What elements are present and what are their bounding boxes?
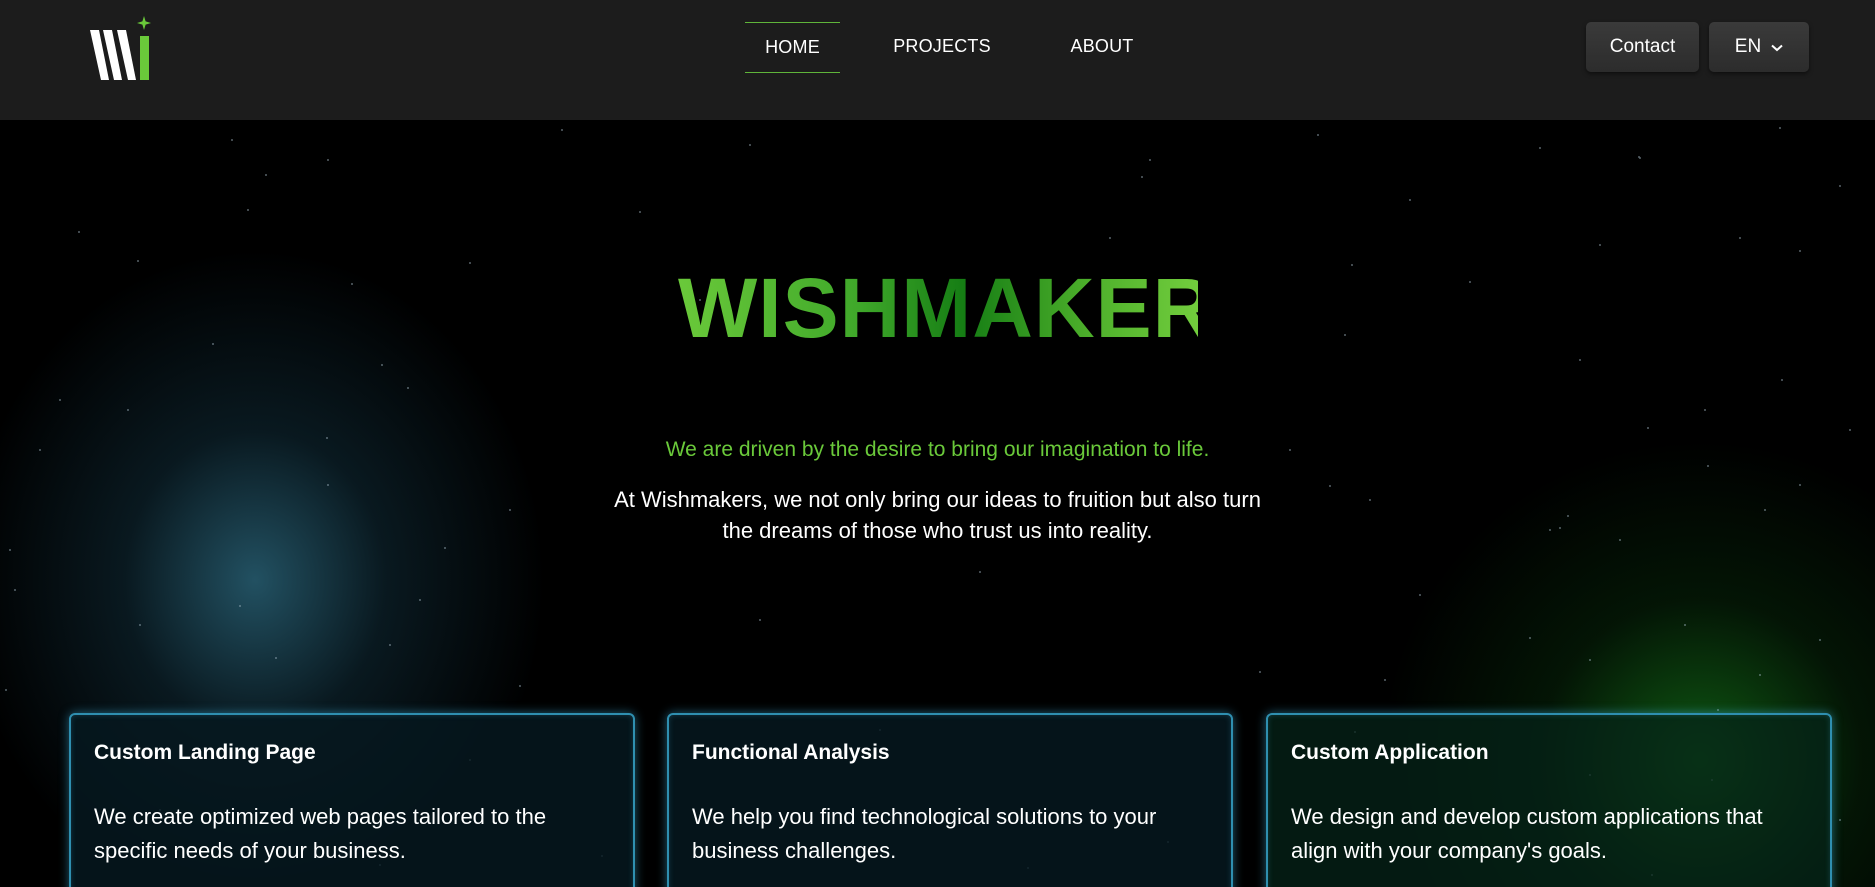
service-card-text: We help you find technological solutions… [692,804,1157,863]
hero-title: WISHMAKERS [678,261,1272,355]
language-selected: EN [1734,36,1762,57]
nav-home[interactable]: HOME [745,22,840,73]
nav-about[interactable]: ABOUT [1070,22,1134,71]
wishmakers-logo[interactable] [88,16,156,82]
hero-description: At Wishmakers, we not only bring our ide… [614,487,1261,543]
nav-projects[interactable]: PROJECTS [893,22,990,71]
service-card-custom-application[interactable]: Custom Application We design and develop… [1266,713,1832,887]
service-card-title: Custom Application [1291,741,1489,764]
contact-button[interactable]: Contact [1586,22,1699,72]
hero-section: WISHMAKERS We are driven by the desire t… [0,120,1875,887]
service-card-title: Custom Landing Page [94,741,316,764]
language-selector[interactable]: EN [1709,22,1809,72]
site-header: HOME PROJECTS ABOUT Contact EN [0,0,1875,120]
service-card-landing-page[interactable]: Custom Landing Page We create optimized … [69,713,635,887]
service-card-text: We design and develop custom application… [1291,804,1763,863]
service-card-text: We create optimized web pages tailored t… [94,804,547,863]
nav-home-label: HOME [765,37,820,57]
hero-tagline: We are driven by the desire to bring our… [665,438,1210,461]
contact-button-label: Contact [1609,36,1676,57]
service-card-functional-analysis[interactable]: Functional Analysis We help you find tec… [667,713,1233,887]
chevron-down-icon [1771,36,1783,58]
nav-projects-label: PROJECTS [893,36,991,56]
nav-about-label: ABOUT [1070,36,1134,56]
service-card-title: Functional Analysis [692,741,890,764]
